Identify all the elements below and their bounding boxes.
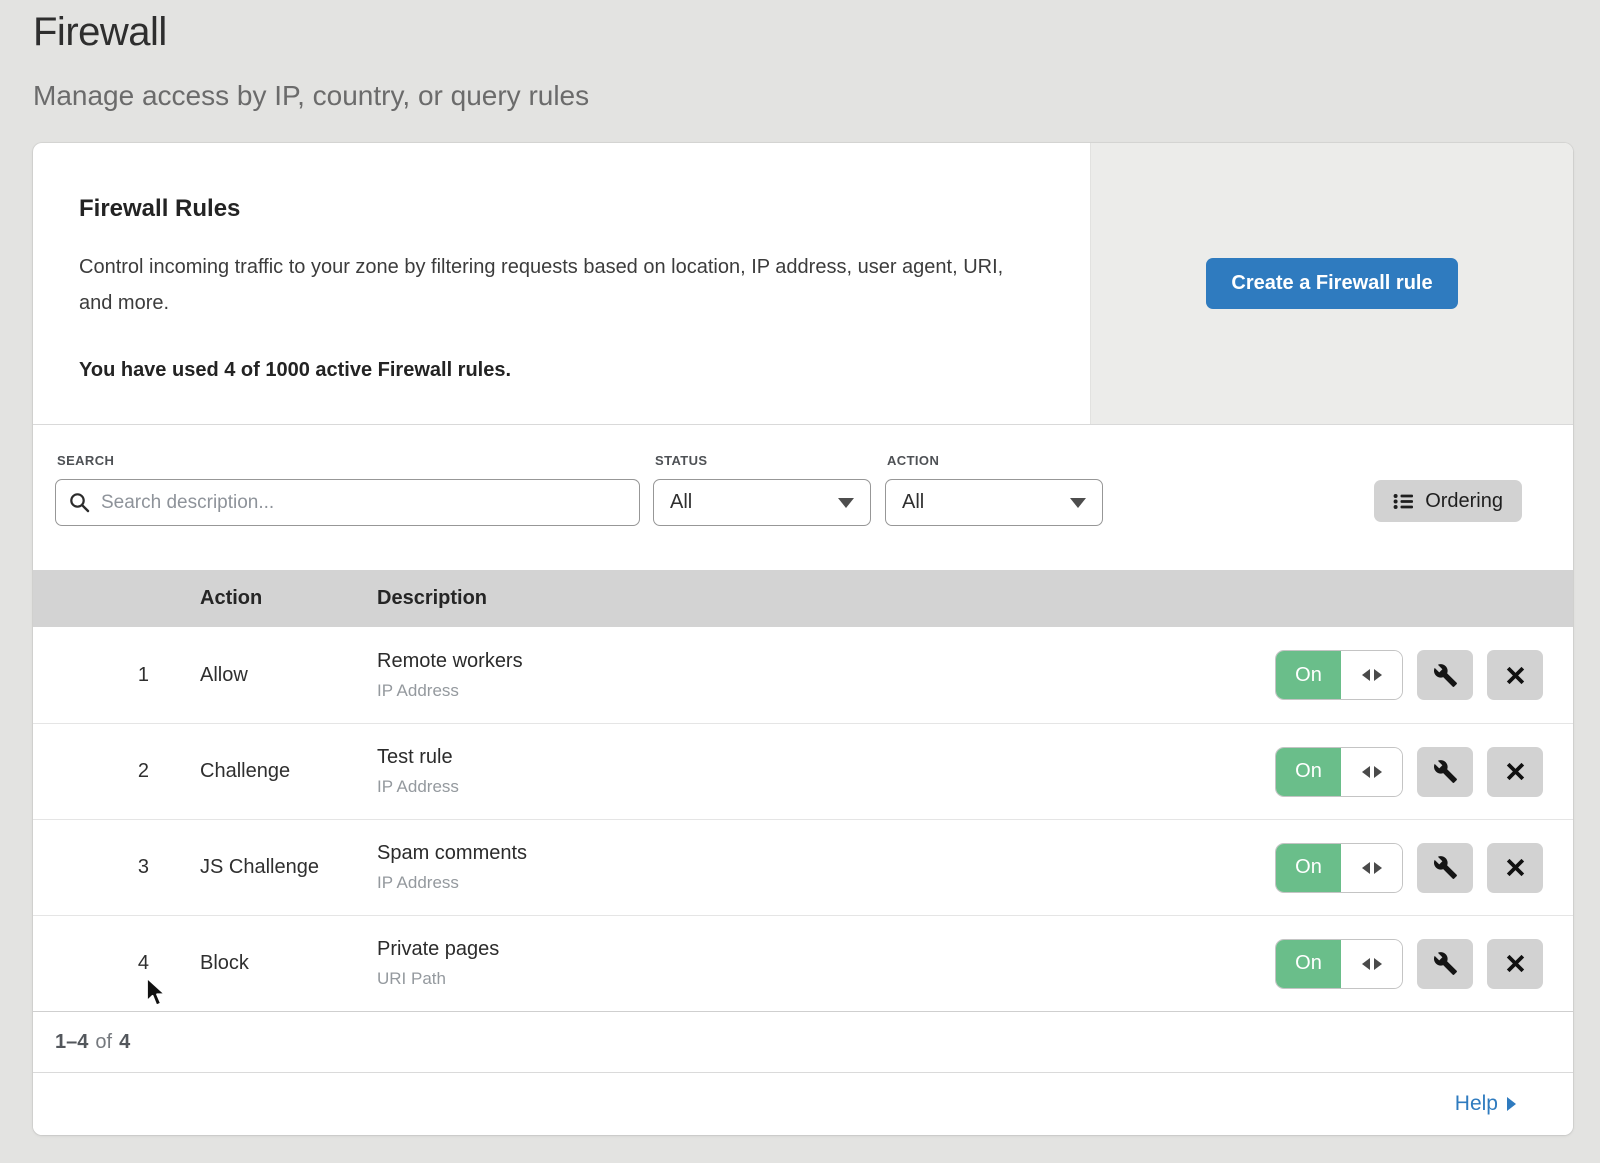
card-heading: Firewall Rules xyxy=(79,195,1020,223)
rule-description-cell: Remote workers IP Address xyxy=(344,650,1275,701)
rule-controls: On xyxy=(1275,843,1573,893)
ordering-button[interactable]: Ordering xyxy=(1374,480,1522,522)
create-rule-panel: Create a Firewall rule xyxy=(1090,143,1573,424)
pagination-total: 4 xyxy=(119,1031,130,1054)
delete-rule-button[interactable] xyxy=(1487,939,1543,989)
ordering-button-label: Ordering xyxy=(1425,490,1503,513)
toggle-arrows-icon xyxy=(1341,844,1402,892)
ordered-list-icon xyxy=(1393,493,1414,510)
table-row: 1 Allow Remote workers IP Address On xyxy=(33,627,1573,723)
rule-action: Block xyxy=(167,952,344,975)
rule-enabled-toggle[interactable]: On xyxy=(1275,843,1403,893)
action-select-value: All xyxy=(902,491,924,514)
wrench-icon xyxy=(1433,951,1458,976)
action-column-header: Action xyxy=(167,587,344,610)
delete-rule-button[interactable] xyxy=(1487,843,1543,893)
rule-match-type: IP Address xyxy=(377,873,1275,893)
rule-description: Spam comments xyxy=(377,842,1275,865)
help-footer: Help xyxy=(33,1072,1573,1135)
search-label: SEARCH xyxy=(57,453,640,468)
rule-description: Private pages xyxy=(377,938,1275,961)
main-panel: Firewall Rules Control incoming traffic … xyxy=(33,143,1573,1135)
table-row: 3 JS Challenge Spam comments IP Address … xyxy=(33,819,1573,915)
pagination: 1–4 of 4 xyxy=(33,1011,1573,1072)
action-label: ACTION xyxy=(887,453,1103,468)
x-icon xyxy=(1504,664,1527,687)
rule-action: Allow xyxy=(167,664,344,687)
status-filter-group: STATUS All xyxy=(653,453,871,526)
table-row: 2 Challenge Test rule IP Address On xyxy=(33,723,1573,819)
delete-rule-button[interactable] xyxy=(1487,747,1543,797)
pagination-of: of xyxy=(95,1031,112,1054)
rule-match-type: URI Path xyxy=(377,969,1275,989)
status-label: STATUS xyxy=(655,453,871,468)
chevron-down-icon xyxy=(1070,498,1086,508)
rule-enabled-toggle[interactable]: On xyxy=(1275,747,1403,797)
status-select[interactable]: All xyxy=(653,479,871,526)
rule-match-type: IP Address xyxy=(377,681,1275,701)
delete-rule-button[interactable] xyxy=(1487,650,1543,700)
help-link[interactable]: Help xyxy=(1455,1092,1516,1116)
firewall-rules-card-text: Firewall Rules Control incoming traffic … xyxy=(33,143,1090,424)
x-icon xyxy=(1504,952,1527,975)
help-link-label: Help xyxy=(1455,1092,1498,1116)
create-firewall-rule-button[interactable]: Create a Firewall rule xyxy=(1206,258,1457,309)
card-usage-count: You have used 4 of 1000 active Firewall … xyxy=(79,359,1020,382)
rule-controls: On xyxy=(1275,650,1573,700)
rule-action: Challenge xyxy=(167,760,344,783)
search-icon xyxy=(69,492,90,513)
rule-description-cell: Test rule IP Address xyxy=(344,746,1275,797)
table-row: 4 Block Private pages URI Path On xyxy=(33,915,1573,1011)
action-select[interactable]: All xyxy=(885,479,1103,526)
page-title: Firewall xyxy=(33,10,1600,55)
search-filter-group: SEARCH xyxy=(55,453,640,526)
chevron-down-icon xyxy=(838,498,854,508)
description-column-header: Description xyxy=(344,587,1573,610)
edit-rule-button[interactable] xyxy=(1417,843,1473,893)
rule-priority: 3 xyxy=(33,856,167,879)
rule-description: Remote workers xyxy=(377,650,1275,673)
rule-match-type: IP Address xyxy=(377,777,1275,797)
page-header: Firewall Manage access by IP, country, o… xyxy=(0,0,1600,112)
rule-priority: 1 xyxy=(33,664,167,687)
rule-action: JS Challenge xyxy=(167,856,344,879)
card-description: Control incoming traffic to your zone by… xyxy=(79,249,1020,321)
search-input-wrapper xyxy=(55,479,640,526)
edit-rule-button[interactable] xyxy=(1417,939,1473,989)
action-filter-group: ACTION All xyxy=(885,453,1103,526)
wrench-icon xyxy=(1433,759,1458,784)
x-icon xyxy=(1504,760,1527,783)
toggle-on-label: On xyxy=(1276,748,1341,796)
rule-priority: 4 xyxy=(33,952,167,975)
rule-description-cell: Private pages URI Path xyxy=(344,938,1275,989)
status-select-value: All xyxy=(670,491,692,514)
page-subtitle: Manage access by IP, country, or query r… xyxy=(33,80,1600,112)
firewall-rules-card: Firewall Rules Control incoming traffic … xyxy=(33,143,1573,425)
edit-rule-button[interactable] xyxy=(1417,650,1473,700)
rule-description: Test rule xyxy=(377,746,1275,769)
toggle-on-label: On xyxy=(1276,940,1341,988)
rule-priority: 2 xyxy=(33,760,167,783)
search-input[interactable] xyxy=(99,491,626,515)
rules-list: 1 Allow Remote workers IP Address On xyxy=(33,627,1573,1011)
rule-enabled-toggle[interactable]: On xyxy=(1275,650,1403,700)
x-icon xyxy=(1504,856,1527,879)
toggle-arrows-icon xyxy=(1341,651,1402,699)
rule-controls: On xyxy=(1275,747,1573,797)
filter-bar: SEARCH STATUS All ACTION All xyxy=(33,425,1573,570)
toggle-on-label: On xyxy=(1276,651,1341,699)
toggle-arrows-icon xyxy=(1341,748,1402,796)
rule-controls: On xyxy=(1275,939,1573,989)
rule-description-cell: Spam comments IP Address xyxy=(344,842,1275,893)
pagination-range: 1–4 xyxy=(55,1031,88,1054)
rule-enabled-toggle[interactable]: On xyxy=(1275,939,1403,989)
toggle-arrows-icon xyxy=(1341,940,1402,988)
edit-rule-button[interactable] xyxy=(1417,747,1473,797)
arrow-right-icon xyxy=(1507,1097,1516,1111)
table-header: Action Description xyxy=(33,570,1573,627)
toggle-on-label: On xyxy=(1276,844,1341,892)
wrench-icon xyxy=(1433,855,1458,880)
wrench-icon xyxy=(1433,663,1458,688)
